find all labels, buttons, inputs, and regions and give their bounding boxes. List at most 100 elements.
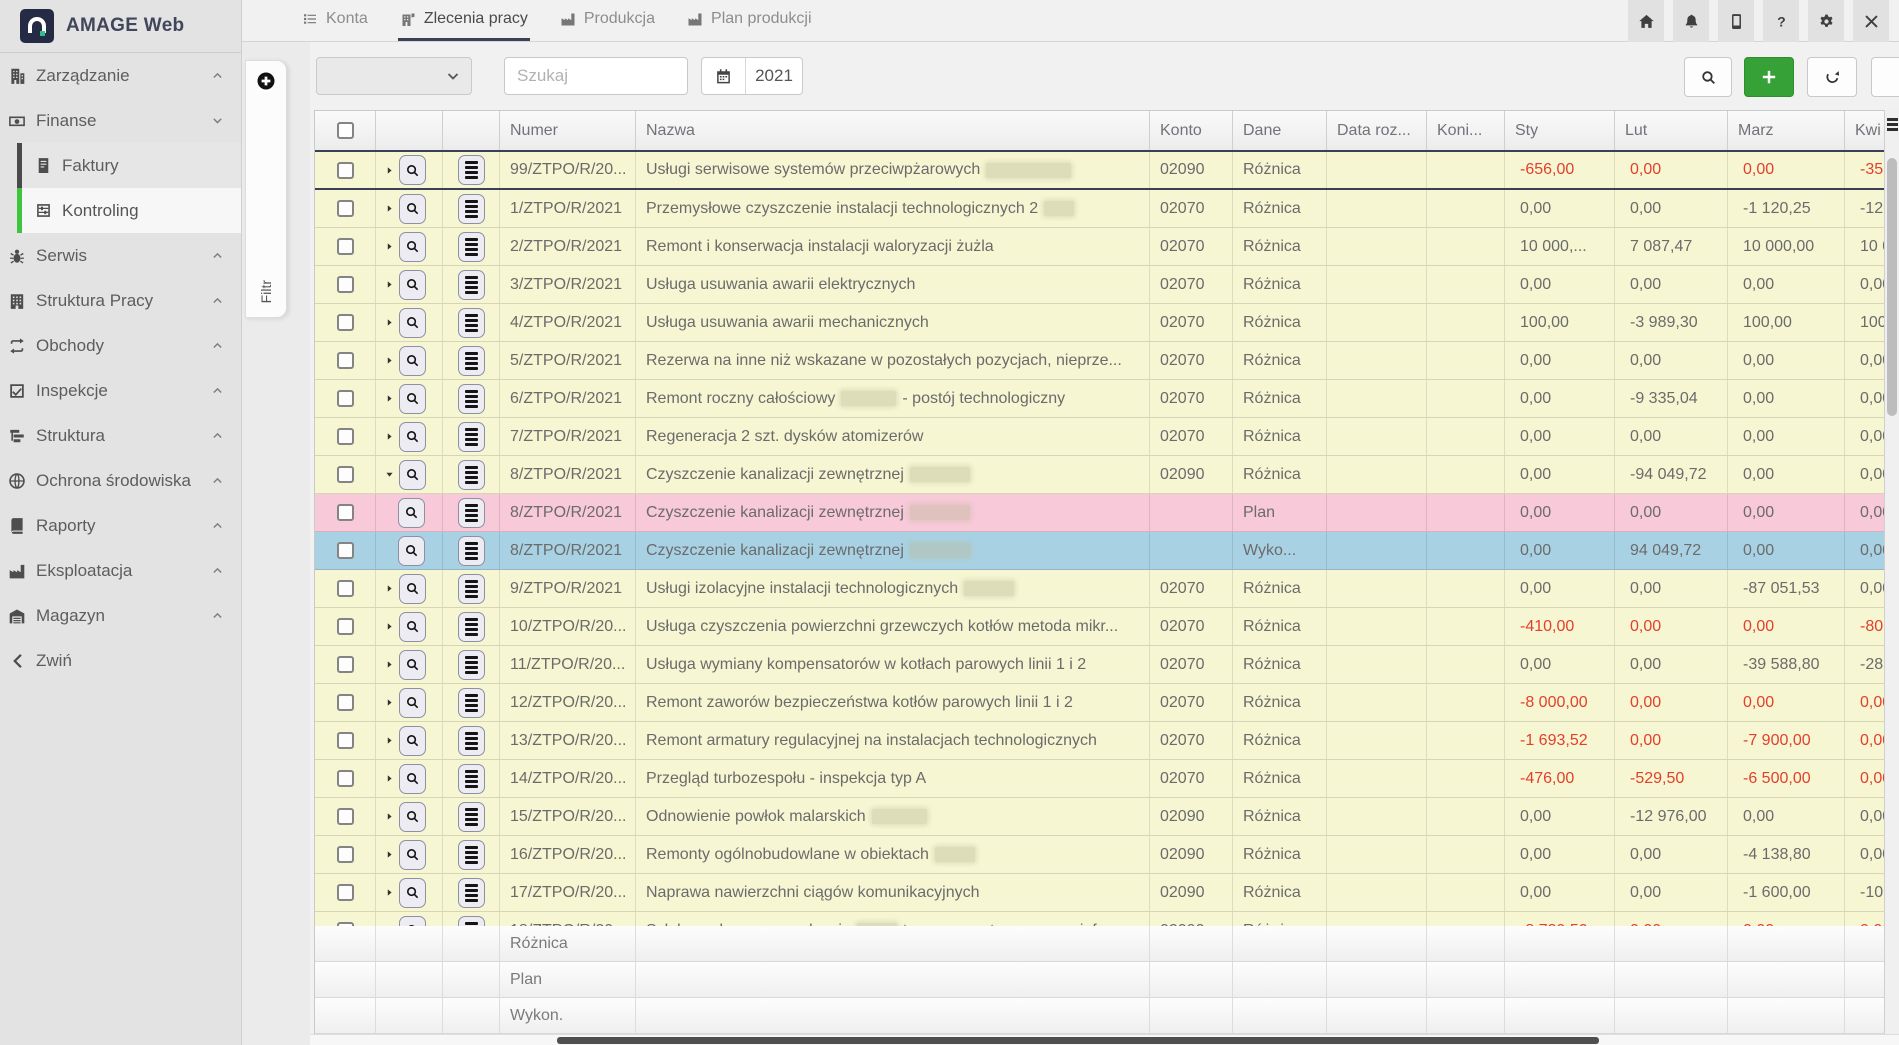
table-row[interactable]: 8/ZTPO/R/2021Czyszczenie kanalizacji zew… (315, 494, 1884, 532)
column-menu-icon[interactable] (1887, 118, 1898, 131)
row-checkbox[interactable] (337, 238, 354, 255)
row-preview-button[interactable] (399, 270, 426, 300)
row-preview-button[interactable] (398, 498, 425, 528)
vertical-scrollbar[interactable] (1885, 140, 1899, 1034)
column-header-dane[interactable]: Dane (1233, 111, 1327, 150)
row-checkbox[interactable] (337, 656, 354, 673)
row-list-button[interactable] (458, 726, 485, 756)
row-checkbox[interactable] (337, 542, 354, 559)
caret-right-icon[interactable] (384, 773, 396, 784)
row-preview-button[interactable] (399, 384, 426, 414)
settings-button[interactable] (1808, 0, 1844, 42)
caret-right-icon[interactable] (384, 393, 396, 404)
column-header-sty[interactable]: Sty (1505, 111, 1615, 150)
row-checkbox[interactable] (337, 770, 354, 787)
row-list-button[interactable] (458, 688, 485, 718)
row-list-button[interactable] (458, 802, 485, 832)
row-preview-button[interactable] (398, 536, 425, 566)
sidebar-subitem-kontroling[interactable]: Kontroling (17, 188, 241, 233)
search-input[interactable] (504, 57, 688, 95)
horizontal-scrollbar[interactable] (310, 1034, 1899, 1045)
sidebar-item-eksploatacja[interactable]: Eksploatacja (0, 548, 241, 593)
filter-panel-tab[interactable]: Filtr (245, 60, 287, 318)
row-list-button[interactable] (458, 764, 485, 794)
sidebar-item-struktura-pracy[interactable]: Struktura Pracy (0, 278, 241, 323)
row-preview-button[interactable] (399, 840, 426, 870)
row-list-button[interactable] (458, 346, 485, 376)
caret-right-icon[interactable] (384, 735, 396, 746)
table-row[interactable]: 13/ZTPO/R/20...Remont armatury regulacyj… (315, 722, 1884, 760)
caret-right-icon[interactable] (384, 355, 396, 366)
row-preview-button[interactable] (399, 308, 426, 338)
row-preview-button[interactable] (399, 878, 426, 908)
table-row[interactable]: 2/ZTPO/R/2021Remont i konserwacja instal… (315, 228, 1884, 266)
row-checkbox[interactable] (337, 580, 354, 597)
row-preview-button[interactable] (399, 460, 426, 490)
sidebar-item-struktura[interactable]: Struktura (0, 413, 241, 458)
sidebar-item-obchody[interactable]: Obchody (0, 323, 241, 368)
row-checkbox[interactable] (337, 200, 354, 217)
row-list-button[interactable] (458, 612, 485, 642)
row-list-button[interactable] (458, 916, 485, 927)
row-list-button[interactable] (458, 194, 485, 224)
help-button[interactable]: ? (1763, 0, 1799, 42)
table-row[interactable]: 16/ZTPO/R/20...Remonty ogólnobudowlane w… (315, 836, 1884, 874)
caret-right-icon[interactable] (384, 811, 396, 822)
caret-right-icon[interactable] (384, 849, 396, 860)
column-header-konto[interactable]: Konto (1150, 111, 1233, 150)
column-header-marz[interactable]: Marz (1728, 111, 1845, 150)
row-preview-button[interactable] (399, 232, 426, 262)
year-picker[interactable]: 2021 (701, 57, 803, 95)
table-row[interactable]: 5/ZTPO/R/2021Rezerwa na inne niż wskazan… (315, 342, 1884, 380)
row-list-button[interactable] (458, 232, 485, 262)
row-preview-button[interactable] (399, 155, 426, 185)
row-preview-button[interactable] (399, 650, 426, 680)
column-header-koni-[interactable]: Koni... (1427, 111, 1505, 150)
table-row[interactable]: 18/ZTPO/R/20Szlabany, bramy, ogrodzenie … (315, 912, 1884, 926)
row-preview-button[interactable] (399, 916, 426, 927)
tab-produkcja[interactable]: Produkcja (558, 0, 657, 41)
table-row[interactable]: 12/ZTPO/R/20...Remont zaworów bezpieczeń… (315, 684, 1884, 722)
row-preview-button[interactable] (399, 802, 426, 832)
more-button[interactable] (1871, 57, 1899, 97)
row-list-button[interactable] (458, 308, 485, 338)
row-preview-button[interactable] (399, 726, 426, 756)
row-checkbox[interactable] (337, 314, 354, 331)
row-list-button[interactable] (458, 840, 485, 870)
row-checkbox[interactable] (337, 808, 354, 825)
row-checkbox[interactable] (337, 884, 354, 901)
row-preview-button[interactable] (399, 612, 426, 642)
refresh-button[interactable] (1807, 57, 1857, 97)
tab-zlecenia-pracy[interactable]: Zlecenia pracy (398, 0, 530, 41)
column-header-numer[interactable]: Numer (500, 111, 636, 150)
tab-konta[interactable]: Konta (300, 0, 370, 41)
table-row[interactable]: 15/ZTPO/R/20...Odnowienie powłok malarsk… (315, 798, 1884, 836)
caret-right-icon[interactable] (384, 583, 396, 594)
notifications-button[interactable] (1673, 0, 1709, 42)
sidebar-item-ochrona-środowiska[interactable]: Ochrona środowiska (0, 458, 241, 503)
caret-right-icon[interactable] (384, 241, 396, 252)
column-header-lut[interactable]: Lut (1615, 111, 1728, 150)
row-preview-button[interactable] (399, 688, 426, 718)
column-header-kwi[interactable]: Kwi (1845, 111, 1885, 150)
sidebar-item-inspekcje[interactable]: Inspekcje (0, 368, 241, 413)
row-checkbox[interactable] (337, 162, 354, 179)
caret-right-icon[interactable] (384, 621, 396, 632)
tab-plan-produkcji[interactable]: Plan produkcji (685, 0, 814, 41)
caret-right-icon[interactable] (384, 317, 396, 328)
row-checkbox[interactable] (337, 694, 354, 711)
row-checkbox[interactable] (337, 732, 354, 749)
row-list-button[interactable] (458, 422, 485, 452)
caret-right-icon[interactable] (384, 279, 396, 290)
select-all-checkbox[interactable] (337, 122, 354, 139)
row-checkbox[interactable] (337, 466, 354, 483)
table-row[interactable]: 8/ZTPO/R/2021Czyszczenie kanalizacji zew… (315, 532, 1884, 570)
add-filter-icon[interactable] (256, 71, 276, 91)
row-checkbox[interactable] (337, 504, 354, 521)
sidebar-item-serwis[interactable]: Serwis (0, 233, 241, 278)
table-row[interactable]: 4/ZTPO/R/2021Usługa usuwania awarii mech… (315, 304, 1884, 342)
row-checkbox[interactable] (337, 618, 354, 635)
row-preview-button[interactable] (399, 422, 426, 452)
table-row[interactable]: 8/ZTPO/R/2021Czyszczenie kanalizacji zew… (315, 456, 1884, 494)
caret-right-icon[interactable] (384, 203, 396, 214)
